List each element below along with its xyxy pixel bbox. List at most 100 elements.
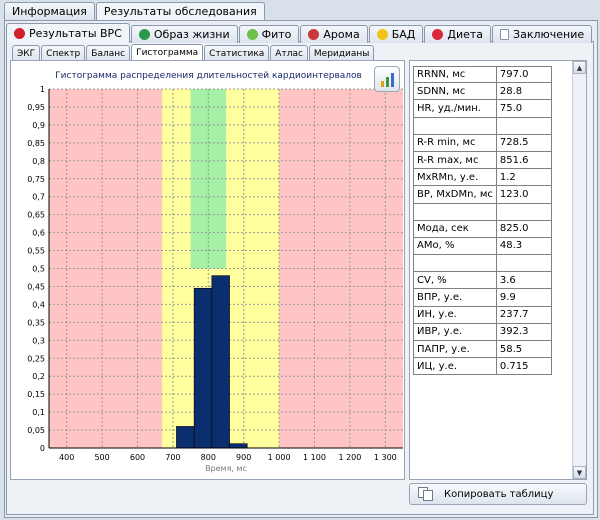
y-tick-label: 0,15 (27, 390, 45, 399)
tab-top-1[interactable]: Результаты обследования (95, 2, 265, 20)
tab-main-label: Арома (323, 28, 360, 41)
param-value (496, 117, 552, 135)
tab-sub-3[interactable]: Гистограмма (131, 44, 204, 61)
table-row: ВР, MxDMn, мс 123.0 (413, 186, 552, 204)
tab-sub-label: Атлас (275, 48, 303, 59)
table-row: RRNN, мс 797.0 (413, 66, 552, 84)
copy-table-label: Копировать таблицу (444, 488, 554, 500)
param-value (496, 255, 552, 273)
document-icon (500, 29, 510, 40)
y-tick-label: 0,6 (32, 229, 45, 238)
tab-main-label: Результаты ВРС (29, 27, 122, 40)
tab-main-4[interactable]: БАД (368, 25, 424, 43)
param-name: ИН, у.е. (413, 306, 497, 324)
histogram-bar (193, 287, 213, 449)
tab-sub-2[interactable]: Баланс (86, 45, 131, 61)
param-name: RRNN, мс (413, 66, 497, 84)
heart-icon (14, 28, 25, 39)
top-tab-bar: Информация Результаты обследования (4, 2, 266, 20)
strawberry-icon (432, 29, 444, 40)
y-tick-label: 0,1 (32, 408, 45, 417)
tab-main-label: Образ жизни (153, 28, 230, 41)
rose-icon (308, 29, 320, 40)
param-value (496, 203, 552, 221)
y-tick-label: 0,05 (27, 426, 45, 435)
table-row: R-R min, мс 728.5 (413, 134, 552, 152)
tab-main-label: Фито (261, 28, 292, 41)
x-tick-label: 800 (201, 453, 216, 462)
tab-main-6[interactable]: Заключение (492, 25, 593, 43)
table-scrollbar[interactable]: ▲ ▼ (572, 61, 586, 479)
tab-sub-label: ЭКГ (17, 48, 36, 59)
table-row: MxRMn, у.е. 1.2 (413, 169, 552, 187)
histogram-bar (176, 426, 195, 449)
param-name: MxRMn, у.е. (413, 169, 497, 187)
param-name: ИЦ, у.е. (413, 358, 497, 376)
chart-options-button[interactable] (374, 66, 400, 92)
tab-main-2[interactable]: Фито (238, 25, 300, 43)
tab-sub-label: Меридианы (313, 48, 370, 59)
param-name: Мода, сек (413, 220, 497, 238)
tab-sub-label: Баланс (91, 48, 126, 59)
tab-sub-4[interactable]: Статистика (204, 45, 270, 61)
y-tick-label: 0,95 (27, 103, 45, 112)
tab-main-label: БАД (391, 28, 416, 41)
tab-sub-5[interactable]: Атлас (270, 45, 308, 61)
param-value: 48.3 (496, 237, 552, 256)
table-row: ИВР, у.е. 392.3 (413, 323, 552, 341)
param-name: R-R max, мс (413, 151, 497, 170)
tab-main-5[interactable]: Диета (424, 25, 492, 43)
y-tick-label: 1 (40, 85, 45, 94)
x-tick-label: 400 (59, 453, 74, 462)
param-value: 123.0 (496, 186, 552, 204)
tab-main-label: Диета (447, 28, 484, 41)
chart-bar-icon-part (390, 73, 394, 87)
y-tick-label: 0,5 (32, 265, 45, 274)
table-row: ВПР, у.е. 9.9 (413, 289, 552, 307)
param-name: ВПР, у.е. (413, 289, 497, 307)
param-value: 825.0 (496, 220, 552, 238)
tab-main-3[interactable]: Арома (300, 25, 368, 43)
app-window: Информация Результаты обследования Резуль… (0, 0, 600, 520)
x-tick-label: 1 100 (303, 453, 326, 462)
x-tick-label: 500 (94, 453, 109, 462)
param-value: 237.7 (496, 306, 552, 324)
tab-sub-label: Статистика (209, 48, 265, 59)
tab-sub-1[interactable]: Спектр (41, 45, 86, 61)
tab-main-1[interactable]: Образ жизни (130, 25, 238, 43)
y-tick-label: 0,45 (27, 282, 45, 291)
y-tick-label: 0,2 (32, 372, 45, 381)
table-row: SDNN, мс 28.8 (413, 83, 552, 101)
tab-main-0[interactable]: Результаты ВРС (6, 23, 130, 43)
y-tick-label: 0,9 (32, 121, 45, 130)
x-axis-label: Время, мс (205, 464, 247, 473)
tab-sub-label: Спектр (46, 48, 81, 59)
param-value: 75.0 (496, 100, 552, 118)
copy-table-button[interactable]: Копировать таблицу (409, 483, 587, 505)
tab-sub-label: Гистограмма (136, 48, 199, 58)
y-tick-label: 0,55 (27, 247, 45, 256)
table-row: R-R max, мс 851.6 (413, 151, 552, 170)
y-tick-label: 0,35 (27, 318, 45, 327)
tab-top-label: Результаты обследования (103, 5, 257, 18)
scroll-up-arrow-icon[interactable]: ▲ (573, 61, 586, 74)
histogram-bar (229, 443, 248, 449)
param-name (413, 117, 497, 135)
table-row (413, 117, 552, 135)
tab-sub-6[interactable]: Меридианы (308, 45, 375, 61)
tab-sub-0[interactable]: ЭКГ (12, 45, 41, 61)
scroll-down-arrow-icon[interactable]: ▼ (573, 466, 586, 479)
chart-bar-icon-part (385, 77, 389, 87)
sub-tab-bar: ЭКГ Спектр Баланс Гистограмма Статистика Атла… (12, 44, 375, 61)
globe-icon (138, 29, 150, 40)
table-row: ПАПР, у.е. 58.5 (413, 341, 552, 359)
param-name: R-R min, мс (413, 134, 497, 152)
table-row (413, 255, 552, 273)
tab-top-0[interactable]: Информация (4, 2, 95, 20)
param-value: 851.6 (496, 151, 552, 170)
table-row (413, 203, 552, 221)
x-tick-label: 900 (236, 453, 251, 462)
tab-main-label: Заключение (513, 28, 585, 41)
table-row: CV, % 3.6 (413, 272, 552, 290)
y-tick-label: 0 (40, 444, 45, 453)
